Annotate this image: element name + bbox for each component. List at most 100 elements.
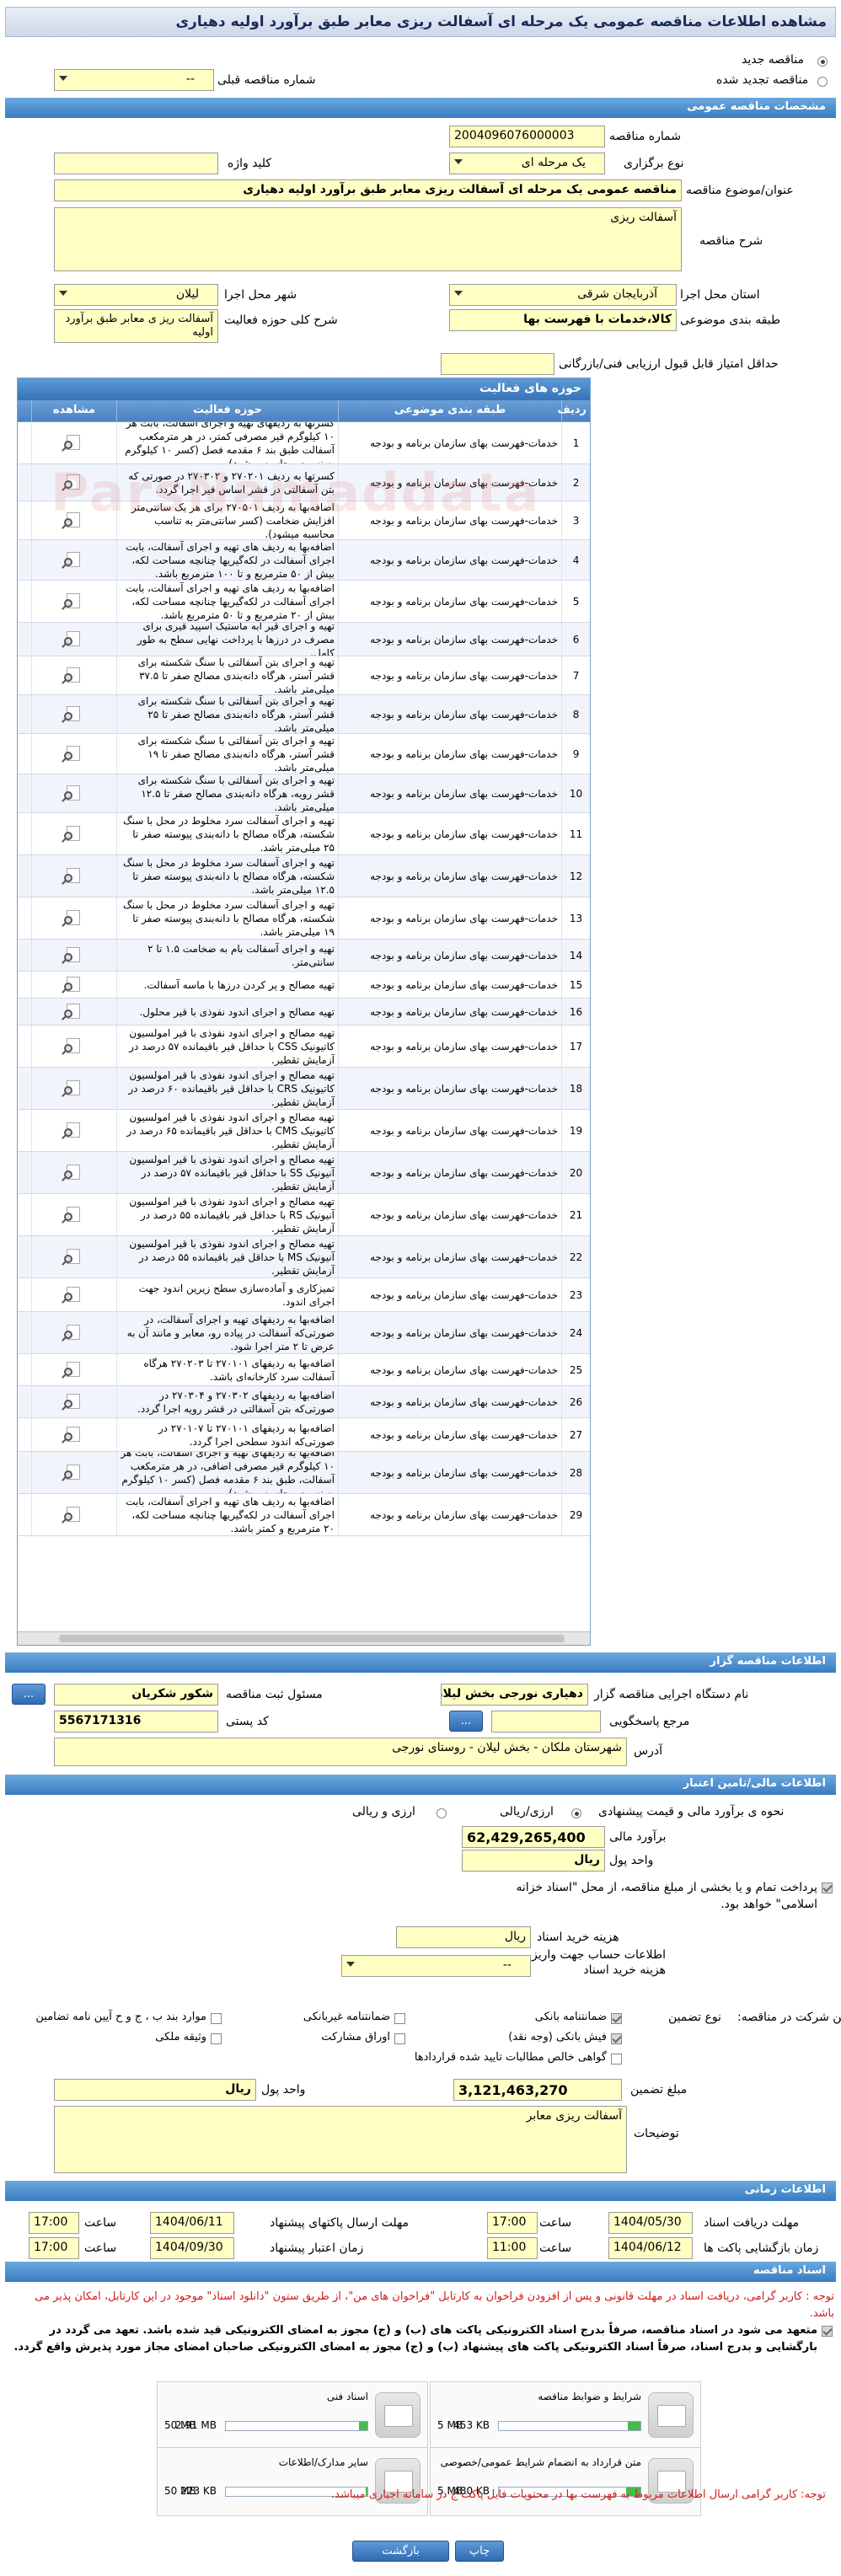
- row-field: تهیه مصالح و اجرای اندود نفوذی با قیر ام…: [116, 1152, 338, 1193]
- row-category: خدمات-فهرست بهای سازمان برنامه و بودجه: [338, 1026, 561, 1067]
- ref-label: مرجع پاسخگویی: [609, 1715, 690, 1728]
- currency-mixed-radio[interactable]: [437, 1808, 447, 1818]
- table-row: 19 خدمات-فهرست بهای سازمان برنامه و بودجه…: [18, 1110, 590, 1152]
- view-details-icon[interactable]: [62, 1464, 87, 1482]
- min-score-label: حداقل امتیاز قابل قبول ارزیابی فنی/بازرگ…: [559, 357, 779, 371]
- grid-horizontal-scrollbar[interactable]: [18, 1631, 590, 1645]
- validity-time: 17:00: [29, 2237, 79, 2259]
- view-details-icon[interactable]: [62, 667, 87, 685]
- islamic-treasury-checkbox[interactable]: [822, 1882, 833, 1893]
- row-view: [31, 1152, 116, 1193]
- view-details-icon[interactable]: [62, 1079, 87, 1098]
- city-select[interactable]: لیلان: [54, 284, 218, 306]
- holding-type-select[interactable]: یک مرحله ای: [449, 153, 605, 174]
- price-list-note: توجه: کاربر گرامی ارسال اطلاعات مربوط به…: [331, 2488, 826, 2501]
- view-details-icon[interactable]: [62, 630, 87, 649]
- participation-label: تضمین شرکت در مناقصه:: [737, 2011, 841, 2024]
- guarantee-label: موارد بند ب ، ج و ح آیین نامه تضامین: [35, 2011, 206, 2023]
- guarantee-checkbox[interactable]: [611, 2054, 622, 2065]
- row-view: [31, 422, 116, 463]
- view-details-icon[interactable]: [62, 1506, 87, 1524]
- view-details-icon[interactable]: [62, 1426, 87, 1444]
- view-details-icon[interactable]: [62, 1164, 87, 1182]
- table-row: 9 خدمات-فهرست بهای سازمان برنامه و بودجه ت…: [18, 734, 590, 774]
- row-number: 25: [561, 1354, 590, 1385]
- documents-section-header: اسناد مناقصه: [5, 2262, 836, 2282]
- view-details-icon[interactable]: [62, 976, 87, 994]
- view-details-icon[interactable]: [62, 705, 87, 724]
- table-row: 5 خدمات-فهرست بهای سازمان برنامه و بودجه ا…: [18, 581, 590, 623]
- holding-type-label: نوع برگزاری: [624, 157, 684, 170]
- table-row: 25 خدمات-فهرست بهای سازمان برنامه و بودجه…: [18, 1354, 590, 1386]
- row-category: خدمات-فهرست بهای سازمان برنامه و بودجه: [338, 734, 561, 774]
- view-details-icon[interactable]: [62, 867, 87, 886]
- postal-field: 5567171316: [54, 1711, 218, 1733]
- view-details-icon[interactable]: [62, 434, 87, 453]
- commit-checkbox[interactable]: [822, 2326, 833, 2337]
- view-details-icon[interactable]: [62, 1206, 87, 1224]
- table-row: 28 خدمات-فهرست بهای سازمان برنامه و بودجه…: [18, 1452, 590, 1494]
- view-details-icon[interactable]: [62, 1248, 87, 1267]
- currency-rial-radio[interactable]: [571, 1808, 581, 1818]
- grid-scroll-thumb[interactable]: [59, 1635, 565, 1642]
- view-details-icon[interactable]: [62, 1286, 87, 1304]
- keyword-input[interactable]: [54, 153, 218, 174]
- activities-grid-header: ردیف طبقه بندی موضوعی حوزه فعالیت مشاهده: [18, 400, 590, 422]
- view-details-icon[interactable]: [62, 1393, 87, 1411]
- previous-tender-select[interactable]: --: [54, 69, 214, 91]
- view-details-icon[interactable]: [62, 592, 87, 611]
- account-select[interactable]: --: [341, 1955, 531, 1977]
- registrar-label: مسئول ثبت مناقصه: [226, 1688, 323, 1701]
- row-view: [31, 1418, 116, 1451]
- guarantee-label: فیش بانکی (وجه نقد): [508, 2031, 607, 2043]
- guarantee-checkbox[interactable]: [394, 2013, 405, 2024]
- back-button[interactable]: بازگشت: [352, 2541, 449, 2562]
- view-details-icon[interactable]: [62, 1361, 87, 1379]
- row-number: 14: [561, 940, 590, 971]
- guarantee-checkbox[interactable]: [611, 2033, 622, 2044]
- guarantee-checkbox[interactable]: [394, 2033, 405, 2044]
- view-details-icon[interactable]: [62, 785, 87, 803]
- guarantee-checkbox[interactable]: [211, 2033, 222, 2044]
- document-file[interactable]: شرایط و ضوابط مناقصه 453 KB 5 MB: [430, 2381, 701, 2450]
- row-view: [31, 1312, 116, 1353]
- guarantee-checkbox[interactable]: [611, 2013, 622, 2024]
- row-category: خدمات-فهرست بهای سازمان برنامه و بودجه: [338, 623, 561, 656]
- currency-mixed-label: ارزی و ریالی: [352, 1805, 415, 1818]
- row-category: خدمات-فهرست بهای سازمان برنامه و بودجه: [338, 855, 561, 897]
- row-field: تهیه مصالح و اجرای اندود نفوذی با قیر مح…: [116, 999, 338, 1025]
- view-details-icon[interactable]: [62, 1324, 87, 1342]
- row-number: 23: [561, 1278, 590, 1311]
- activities-grid-title: حوزه های فعالیت: [18, 378, 590, 400]
- table-row: 15 خدمات-فهرست بهای سازمان برنامه و بودجه…: [18, 972, 590, 999]
- view-details-icon[interactable]: [62, 946, 87, 965]
- org-more-button[interactable]: ...: [12, 1684, 46, 1705]
- print-button[interactable]: چاپ: [455, 2541, 504, 2562]
- province-select[interactable]: آذربایجان شرقی: [449, 284, 677, 306]
- row-field: تهیه و اجرای آسفالت سرد مخلوط در محل با …: [116, 897, 338, 939]
- view-details-icon[interactable]: [62, 1122, 87, 1140]
- row-view: [31, 1354, 116, 1385]
- row-view: [31, 1386, 116, 1417]
- document-file[interactable]: اسناد فنی 2.91 MB 50 MB: [157, 2381, 428, 2450]
- row-view: [31, 999, 116, 1025]
- ref-select-button[interactable]: ...: [449, 1711, 483, 1732]
- view-details-icon[interactable]: [62, 825, 87, 843]
- guarantee-checkbox[interactable]: [211, 2013, 222, 2024]
- document-file[interactable]: سایر مدارک/اطلاعات 223 KB 50 MB: [157, 2447, 428, 2516]
- view-details-icon[interactable]: [62, 745, 87, 763]
- view-details-icon[interactable]: [62, 1003, 87, 1021]
- renewed-tender-radio[interactable]: [817, 77, 828, 87]
- view-details-icon[interactable]: [62, 909, 87, 928]
- new-tender-radio[interactable]: [817, 56, 828, 67]
- table-row: 16 خدمات-فهرست بهای سازمان برنامه و بودجه…: [18, 999, 590, 1026]
- view-details-icon[interactable]: [62, 551, 87, 570]
- col-row: ردیف: [557, 400, 590, 421]
- activities-grid: حوزه های فعالیت ردیف طبقه بندی موضوعی حو…: [17, 378, 591, 1646]
- row-number: 19: [561, 1110, 590, 1151]
- validity-date: 1404/09/30: [150, 2237, 234, 2259]
- row-field: تهیه مصالح و اجرای اندود نفوذی با قیر ام…: [116, 1194, 338, 1235]
- table-row: 29 خدمات-فهرست بهای سازمان برنامه و بودجه…: [18, 1494, 590, 1536]
- document-file[interactable]: متن قرارداد به انضمام شرایط عمومی/خصوصی 4…: [430, 2447, 701, 2516]
- view-details-icon[interactable]: [62, 1037, 87, 1056]
